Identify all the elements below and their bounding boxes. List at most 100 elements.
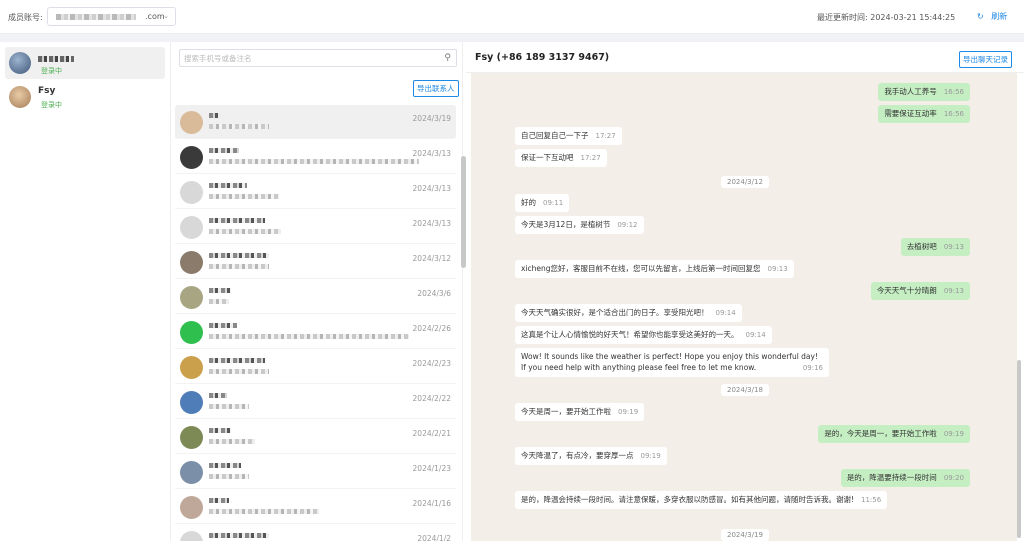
contact-name-redacted: [209, 183, 247, 188]
contact-item[interactable]: 2024/3/12: [175, 245, 456, 279]
message-text: 这真是个让人心情愉悦的好天气！希望你也能享受这美好的一天。: [521, 330, 739, 339]
contact-preview-redacted: [209, 474, 249, 479]
message-time: 11:56: [861, 496, 882, 504]
refresh-button[interactable]: ↻ 刷新: [977, 11, 1007, 22]
contact-name-redacted: [209, 323, 237, 328]
contact-item[interactable]: 2024/3/6: [175, 280, 456, 314]
message-text: 是的，降温会持续一段时间。请注意保暖，多穿衣服以防感冒。如有其他问题，请随时告诉…: [521, 495, 855, 504]
message-received: 保证一下互动吧 17:27: [515, 149, 607, 167]
message-text: 好的: [521, 198, 536, 207]
message-sent: 去植树吧 09:13: [900, 238, 970, 256]
export-contacts-button[interactable]: 导出联系人: [413, 80, 459, 97]
contact-date: 2024/3/13: [412, 149, 451, 158]
account-name: [38, 56, 74, 62]
last-update-time: 最近更新时间: 2024-03-21 15:44:25: [817, 13, 956, 22]
chat-title: Fsy (+86 189 3137 9467): [475, 52, 610, 63]
chat-header: Fsy (+86 189 3137 9467) 导出聊天记录: [466, 42, 1024, 73]
message-received: 今天是周一，要开始工作啦 09:19: [515, 403, 645, 421]
account-item[interactable]: 登录中: [5, 47, 165, 79]
avatar: [9, 52, 31, 74]
contact-item[interactable]: 2024/3/13: [175, 140, 456, 174]
contact-date: 2024/3/12: [412, 254, 451, 263]
avatar: [180, 496, 203, 519]
message-text: 保证一下互动吧: [521, 153, 574, 162]
message-text: 今天降温了，有点冷，要穿厚一点: [521, 451, 634, 460]
message-time: 16:56: [943, 88, 964, 96]
message-received: 好的 09:11: [515, 194, 570, 212]
contact-item[interactable]: 2024/3/13: [175, 210, 456, 244]
date-separator: 2024/3/19: [721, 529, 769, 541]
avatar: [180, 531, 203, 541]
contact-preview-redacted: [209, 229, 281, 234]
message-sent: 是的，今天是周一，要开始工作啦 09:19: [818, 425, 970, 443]
avatar: [180, 146, 203, 169]
contact-item[interactable]: 2024/2/22: [175, 385, 456, 419]
contact-date: 2024/1/2: [417, 534, 451, 541]
message-received: 自己回复自己一下子 17:27: [515, 127, 622, 145]
contact-date: 2024/3/6: [417, 289, 451, 298]
account-email-redacted: [56, 14, 136, 20]
contact-item[interactable]: 2024/2/26: [175, 315, 456, 349]
message-received: 今天天气确实很好，是个适合出门的日子。享受阳光吧！ 09:14: [515, 304, 742, 322]
contact-item[interactable]: 2024/2/23: [175, 350, 456, 384]
refresh-icon: ↻: [977, 12, 984, 21]
message-text: 需要保证互动率: [884, 109, 937, 118]
message-received: 今天降温了，有点冷，要穿厚一点 09:19: [515, 447, 667, 465]
contact-name-redacted: [209, 148, 239, 153]
chat-scrollbar[interactable]: [1017, 360, 1021, 538]
avatar: [180, 356, 203, 379]
contact-preview-redacted: [209, 369, 269, 374]
top-bar: 成员账号: .com ⌄ 最近更新时间: 2024-03-21 15:44:25…: [0, 0, 1024, 34]
contact-date: 2024/2/22: [412, 394, 451, 403]
message-time: 17:27: [580, 154, 601, 162]
avatar: [180, 321, 203, 344]
contact-item[interactable]: 2024/1/2: [175, 525, 456, 541]
contact-item[interactable]: 2024/3/19: [175, 105, 456, 139]
search-input[interactable]: [180, 50, 420, 66]
contact-name-redacted: [209, 498, 229, 503]
date-separator: 2024/3/12: [721, 176, 769, 188]
contact-preview-redacted: [209, 509, 319, 514]
contact-item[interactable]: 2024/1/16: [175, 490, 456, 524]
account-select[interactable]: .com ⌄: [47, 7, 176, 26]
search-icon[interactable]: ⚲: [444, 53, 451, 63]
date-separator: 2024/3/18: [721, 384, 769, 396]
message-time: 09:12: [617, 221, 638, 229]
contact-date: 2024/3/13: [412, 184, 451, 193]
message-time: 09:13: [943, 287, 964, 295]
avatar: [180, 181, 203, 204]
contact-name-redacted: [209, 393, 227, 398]
contact-name-redacted: [209, 253, 269, 258]
account-status: 登录中: [41, 101, 62, 109]
message-received: xicheng您好，客服目前不在线，您可以先留言，上线后第一时间回复您 09:13: [515, 260, 794, 278]
message-time: 09:13: [767, 265, 788, 273]
avatar: [180, 391, 203, 414]
account-item[interactable]: Fsy 登录中: [5, 81, 165, 113]
export-chat-button[interactable]: 导出聊天记录: [959, 51, 1012, 68]
contact-preview-redacted: [209, 159, 419, 164]
message-text: 去植树吧: [906, 242, 937, 251]
contact-preview-redacted: [209, 404, 249, 409]
contact-item[interactable]: 2024/3/13: [175, 175, 456, 209]
contact-name-redacted: [209, 218, 265, 223]
account-label: 成员账号:: [8, 13, 43, 22]
message-time: 09:14: [745, 331, 766, 339]
message-text: 是的，今天是周一，要开始工作啦: [824, 429, 937, 438]
message-sent: 需要保证互动率 16:56: [878, 105, 970, 123]
avatar: [9, 86, 31, 108]
contact-date: 2024/1/23: [412, 464, 451, 473]
account-name: Fsy: [38, 86, 56, 96]
account-status: 登录中: [41, 67, 62, 75]
contact-item[interactable]: 2024/1/23: [175, 455, 456, 489]
account-panel: 登录中 Fsy 登录中: [0, 42, 171, 541]
message-time: 09:20: [943, 474, 964, 482]
avatar: [180, 216, 203, 239]
message-text: 今天天气十分晴朗: [876, 286, 937, 295]
contact-item[interactable]: 2024/2/21: [175, 420, 456, 454]
contact-name-redacted: [209, 463, 241, 468]
message-received: 这真是个让人心情愉悦的好天气！希望你也能享受这美好的一天。 09:14: [515, 326, 772, 344]
message-time: 09:19: [943, 430, 964, 438]
contact-name-redacted: [209, 428, 231, 433]
avatar: [180, 286, 203, 309]
search-box[interactable]: ⚲: [179, 49, 457, 67]
